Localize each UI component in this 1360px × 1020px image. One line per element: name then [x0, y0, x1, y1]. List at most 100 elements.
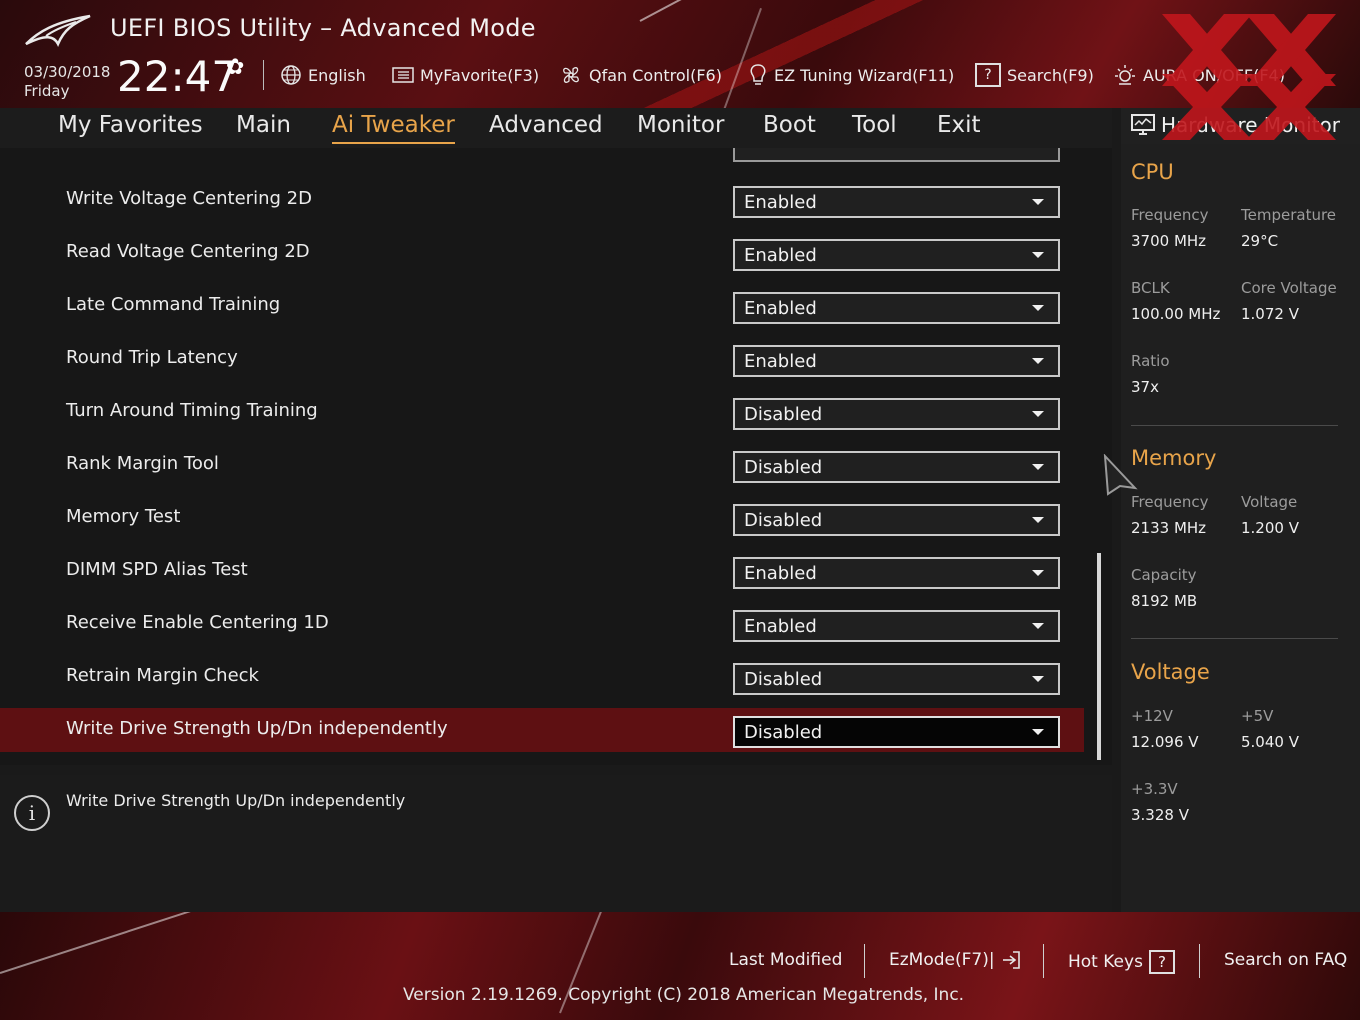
caret-down-icon — [1032, 570, 1044, 576]
setting-label: Write Drive Strength Up/Dn independently — [66, 718, 448, 739]
setting-label: Late Command Training — [66, 294, 281, 315]
setting-row[interactable]: Rank Margin Tool Disabled — [0, 443, 1084, 487]
setting-dropdown[interactable]: Enabled — [733, 292, 1060, 324]
aura-toggle-button[interactable]: AURA ON/OFF(F4) — [1113, 62, 1285, 88]
gear-icon[interactable]: ✿ — [226, 55, 244, 80]
caret-down-icon — [1032, 358, 1044, 364]
divider — [263, 60, 264, 90]
dropdown-value: Enabled — [744, 563, 817, 584]
ez-tuning-wizard-button[interactable]: EZ Tuning Wizard(F11) — [748, 62, 954, 88]
caret-down-icon — [1032, 464, 1044, 470]
caret-down-icon — [1032, 676, 1044, 682]
divider — [1043, 944, 1044, 978]
question-box-icon: ? — [1148, 950, 1175, 974]
dropdown-value: Disabled — [744, 722, 823, 743]
main-nav: My Favorites Main Ai Tweaker Advanced Mo… — [0, 108, 1112, 148]
v5-value: 5.040 V — [1241, 733, 1299, 751]
cpu-frequency-value: 3700 MHz — [1131, 232, 1207, 250]
exit-arrow-icon — [1002, 951, 1020, 969]
monitor-icon — [1131, 114, 1155, 135]
setting-row[interactable]: Retrain Margin Check Disabled — [0, 655, 1084, 699]
setting-dropdown[interactable]: Disabled — [733, 398, 1060, 430]
qfan-control-button[interactable]: Qfan Control(F6) — [559, 62, 722, 88]
setting-dropdown[interactable]: Enabled — [733, 557, 1060, 589]
caret-down-icon — [1032, 517, 1044, 523]
tab-monitor[interactable]: Monitor — [637, 112, 724, 138]
dropdown-value: Enabled — [744, 298, 817, 319]
memory-heading: Memory — [1131, 446, 1217, 470]
setting-label: Retrain Margin Check — [66, 665, 259, 686]
capacity-label: Capacity — [1131, 566, 1197, 584]
search-faq-button[interactable]: Search on FAQ — [1224, 950, 1347, 970]
setting-dropdown[interactable]: Disabled — [733, 663, 1060, 695]
myfavorite-button[interactable]: MyFavorite(F3) — [392, 62, 539, 88]
cpu-temperature-label: Temperature — [1241, 206, 1337, 224]
setting-dropdown[interactable]: Enabled — [733, 610, 1060, 642]
caret-down-icon — [1032, 623, 1044, 629]
app-title: UEFI BIOS Utility – Advanced Mode — [110, 14, 536, 42]
caret-down-icon — [1032, 199, 1044, 205]
search-button[interactable]: ? Search(F9) — [975, 62, 1094, 88]
setting-row[interactable]: Turn Around Timing Training Disabled — [0, 390, 1084, 434]
partial-dropdown[interactable] — [733, 148, 1060, 162]
setting-dropdown[interactable]: Enabled — [733, 345, 1060, 377]
v12-value: 12.096 V — [1131, 733, 1199, 751]
setting-row[interactable]: Receive Enable Centering 1D Enabled — [0, 602, 1084, 646]
setting-row[interactable]: Read Voltage Centering 2D Enabled — [0, 231, 1084, 275]
question-box-icon: ? — [975, 63, 1001, 87]
setting-dropdown[interactable]: Disabled — [733, 504, 1060, 536]
setting-row[interactable]: DIMM SPD Alias Test Enabled — [0, 549, 1084, 593]
setting-row[interactable]: Late Command Training Enabled — [0, 284, 1084, 328]
ezmode-label: EzMode(F7)| — [889, 950, 995, 970]
memory-voltage-label: Voltage — [1241, 493, 1298, 511]
setting-row-selected[interactable]: Write Drive Strength Up/Dn independently… — [0, 708, 1084, 752]
divider — [1199, 944, 1200, 978]
hardware-monitor-panel: Hardware Monitor CPU Frequency Temperatu… — [1121, 108, 1360, 912]
tab-advanced[interactable]: Advanced — [489, 112, 603, 138]
caret-down-icon — [1032, 305, 1044, 311]
scrollbar[interactable] — [1097, 553, 1101, 760]
header-bar: UEFI BIOS Utility – Advanced Mode 03/30/… — [0, 0, 1360, 108]
tab-main[interactable]: Main — [236, 112, 291, 138]
setting-label: Rank Margin Tool — [66, 453, 219, 474]
setting-dropdown[interactable]: Disabled — [733, 451, 1060, 483]
dropdown-value: Enabled — [744, 245, 817, 266]
core-voltage-label: Core Voltage — [1241, 279, 1337, 297]
tab-my-favorites[interactable]: My Favorites — [58, 112, 203, 138]
dropdown-value: Disabled — [744, 404, 823, 425]
hardware-monitor-header: Hardware Monitor — [1121, 108, 1360, 144]
settings-list: Write Voltage Centering 2D Enabled Read … — [0, 148, 1112, 765]
setting-dropdown[interactable]: Enabled — [733, 186, 1060, 218]
v12-label: +12V — [1131, 707, 1173, 725]
version-text: Version 2.19.1269. Copyright (C) 2018 Am… — [403, 985, 965, 1005]
last-modified-button[interactable]: Last Modified — [729, 950, 842, 970]
language-button[interactable]: English — [280, 62, 366, 88]
memory-frequency-label: Frequency — [1131, 493, 1209, 511]
dropdown-value: Enabled — [744, 351, 817, 372]
tab-tool[interactable]: Tool — [852, 112, 897, 138]
tab-exit[interactable]: Exit — [937, 112, 981, 138]
dropdown-value: Disabled — [744, 457, 823, 478]
dropdown-value: Disabled — [744, 669, 823, 690]
setting-row[interactable]: Round Trip Latency Enabled — [0, 337, 1084, 381]
setting-label: Read Voltage Centering 2D — [66, 241, 310, 262]
setting-dropdown[interactable]: Enabled — [733, 239, 1060, 271]
ezmode-button[interactable]: EzMode(F7)| — [889, 950, 1021, 970]
divider — [1131, 638, 1338, 639]
setting-label: Memory Test — [66, 506, 181, 527]
help-panel: i Write Drive Strength Up/Dn independent… — [0, 775, 1112, 912]
dropdown-value: Enabled — [744, 192, 817, 213]
info-icon: i — [14, 795, 50, 831]
tab-ai-tweaker[interactable]: Ai Tweaker — [332, 112, 455, 144]
capacity-value: 8192 MB — [1131, 592, 1198, 610]
setting-row[interactable]: Write Voltage Centering 2D Enabled — [0, 178, 1084, 222]
footer-bar: Last Modified EzMode(F7)| Hot Keys ? Sea… — [0, 912, 1360, 1020]
setting-dropdown[interactable]: Disabled — [733, 716, 1060, 748]
ratio-label: Ratio — [1131, 352, 1170, 370]
tab-boot[interactable]: Boot — [763, 112, 816, 138]
dropdown-value: Enabled — [744, 616, 817, 637]
ez-tuning-label: EZ Tuning Wizard(F11) — [774, 65, 955, 85]
setting-row[interactable]: Memory Test Disabled — [0, 496, 1084, 540]
hot-keys-button[interactable]: Hot Keys ? — [1068, 950, 1175, 974]
day-text: Friday — [24, 82, 70, 100]
